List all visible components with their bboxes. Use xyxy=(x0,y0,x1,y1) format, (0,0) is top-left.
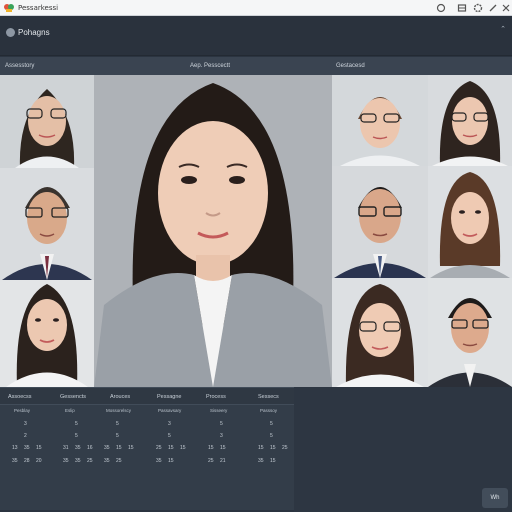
calendar-day-cell[interactable]: 25 xyxy=(156,445,162,451)
calendar-day-cell[interactable]: 35 xyxy=(104,458,110,464)
calendar-day-cell[interactable]: 13 xyxy=(12,445,18,451)
close-icon[interactable] xyxy=(500,2,512,14)
calendar-column-header: Passavsary xyxy=(158,408,182,413)
kebab-menu-icon[interactable]: ⌃ xyxy=(500,25,506,33)
calendar-day-cell[interactable]: 25 xyxy=(116,458,122,464)
calendar-day-cell[interactable]: 5 xyxy=(220,421,223,427)
calendar-day-cell[interactable]: 21 xyxy=(220,458,226,464)
calendar-day-cell[interactable]: 15 xyxy=(36,445,42,451)
corner-button[interactable]: Wh xyxy=(482,488,508,508)
calendar-day-cell[interactable]: 15 xyxy=(116,445,122,451)
section-label-center: Aep. Pesscectt xyxy=(190,63,231,69)
calendar-day-cell[interactable]: 31 xyxy=(63,445,69,451)
calendar-day-cell[interactable]: 15 xyxy=(168,458,174,464)
calendar-column-header: Eslip xyxy=(65,408,75,413)
calendar-day-cell[interactable]: 15 xyxy=(128,445,134,451)
section-label-bar: Assesstory Aep. Pesscectt Gestacesd xyxy=(0,57,512,75)
calendar-day-cell[interactable]: 3 xyxy=(168,421,171,427)
app-logo-icon xyxy=(4,4,14,12)
calendar-day-cell[interactable]: 15 xyxy=(270,445,276,451)
calendar-day-cell[interactable]: 35 xyxy=(156,458,162,464)
calendar-day-cell[interactable]: 20 xyxy=(36,458,42,464)
calendar-day-cell[interactable]: 3 xyxy=(24,421,27,427)
refresh-icon[interactable] xyxy=(435,2,447,14)
portrait-tile-right-6[interactable] xyxy=(428,278,512,387)
calendar-tabs: Assoecss Gessencts Arouces Pessagne Proc… xyxy=(0,388,294,405)
calendar-day-cell[interactable]: 35 xyxy=(12,458,18,464)
empty-panel: Wh xyxy=(294,387,512,512)
calendar-day-cell[interactable]: 5 xyxy=(75,421,78,427)
calendar-day-cell[interactable]: 35 xyxy=(75,458,81,464)
calendar-day-cell[interactable]: 35 xyxy=(63,458,69,464)
page-header: Pohagns ⌃ xyxy=(0,16,512,56)
calendar-day-cell[interactable]: 15 xyxy=(258,445,264,451)
portrait-tile-right-3[interactable] xyxy=(332,166,428,278)
header-logo-icon xyxy=(6,28,15,37)
portrait-tile-left-2[interactable] xyxy=(0,168,94,280)
calendar-day-cell[interactable]: 3 xyxy=(220,433,223,439)
section-label-left: Assesstory xyxy=(5,63,35,69)
calendar-tab[interactable]: Assoecss xyxy=(8,393,32,401)
calendar-day-cell[interactable]: 5 xyxy=(270,421,273,427)
calendar-day-cell[interactable]: 15 xyxy=(180,445,186,451)
portrait-tile-left-1[interactable] xyxy=(0,75,94,168)
edit-icon[interactable] xyxy=(487,2,499,14)
title-bar: Pessarkessi xyxy=(0,0,512,16)
calendar-day-cell[interactable]: 15 xyxy=(208,445,214,451)
portrait-main[interactable] xyxy=(94,75,332,387)
calendar-day-cell[interactable]: 5 xyxy=(168,433,171,439)
calendar-tab[interactable]: Process xyxy=(206,393,226,401)
portrait-tile-right-5[interactable] xyxy=(332,278,428,387)
calendar-day-cell[interactable]: 28 xyxy=(24,458,30,464)
calendar-day-cell[interactable]: 5 xyxy=(75,433,78,439)
calendar-tab[interactable]: Arouces xyxy=(110,393,130,401)
grid-icon[interactable] xyxy=(456,2,468,14)
calendar-column-header: Passsoy xyxy=(260,408,278,413)
calendar-day-cell[interactable]: 25 xyxy=(87,458,93,464)
portrait-tile-right-1[interactable] xyxy=(332,75,428,166)
calendar-day-cell[interactable]: 15 xyxy=(168,445,174,451)
calendar-day-cell[interactable]: 5 xyxy=(116,421,119,427)
calendar-day-cell[interactable]: 5 xyxy=(116,433,119,439)
calendar-day-cell[interactable]: 35 xyxy=(104,445,110,451)
app-title: Pessarkessi xyxy=(18,4,59,12)
calendar-column-header: Pesblay xyxy=(14,408,31,413)
calendar-day-cell[interactable]: 25 xyxy=(208,458,214,464)
calendar-day-cell[interactable]: 16 xyxy=(87,445,93,451)
calendar-column-header: Sisseery xyxy=(210,408,228,413)
calendar-tab[interactable]: Sessecs xyxy=(258,393,279,401)
calendar-day-cell[interactable]: 35 xyxy=(258,458,264,464)
portrait-tile-right-4[interactable] xyxy=(428,166,512,278)
calendar-day-cell[interactable]: 15 xyxy=(220,445,226,451)
calendar-day-cell[interactable]: 5 xyxy=(270,433,273,439)
portrait-tile-left-3[interactable] xyxy=(0,280,94,387)
settings-icon[interactable] xyxy=(472,2,484,14)
calendar-day-cell[interactable]: 2 xyxy=(24,433,27,439)
page-title: Pohagns xyxy=(18,28,50,37)
calendar-day-cell[interactable]: 15 xyxy=(270,458,276,464)
calendar-day-cell[interactable]: 35 xyxy=(75,445,81,451)
calendar-column-header: Mossorelscy xyxy=(106,408,132,413)
portrait-tile-right-2[interactable] xyxy=(428,75,512,166)
section-label-right: Gestacesd xyxy=(336,63,365,69)
calendar-tab[interactable]: Gessencts xyxy=(60,393,86,401)
calendar-tab[interactable]: Pessagne xyxy=(157,393,181,401)
calendar-panel: Assoecss Gessencts Arouces Pessagne Proc… xyxy=(0,387,294,510)
calendar-day-cell[interactable]: 35 xyxy=(24,445,30,451)
calendar-day-cell[interactable]: 25 xyxy=(282,445,288,451)
